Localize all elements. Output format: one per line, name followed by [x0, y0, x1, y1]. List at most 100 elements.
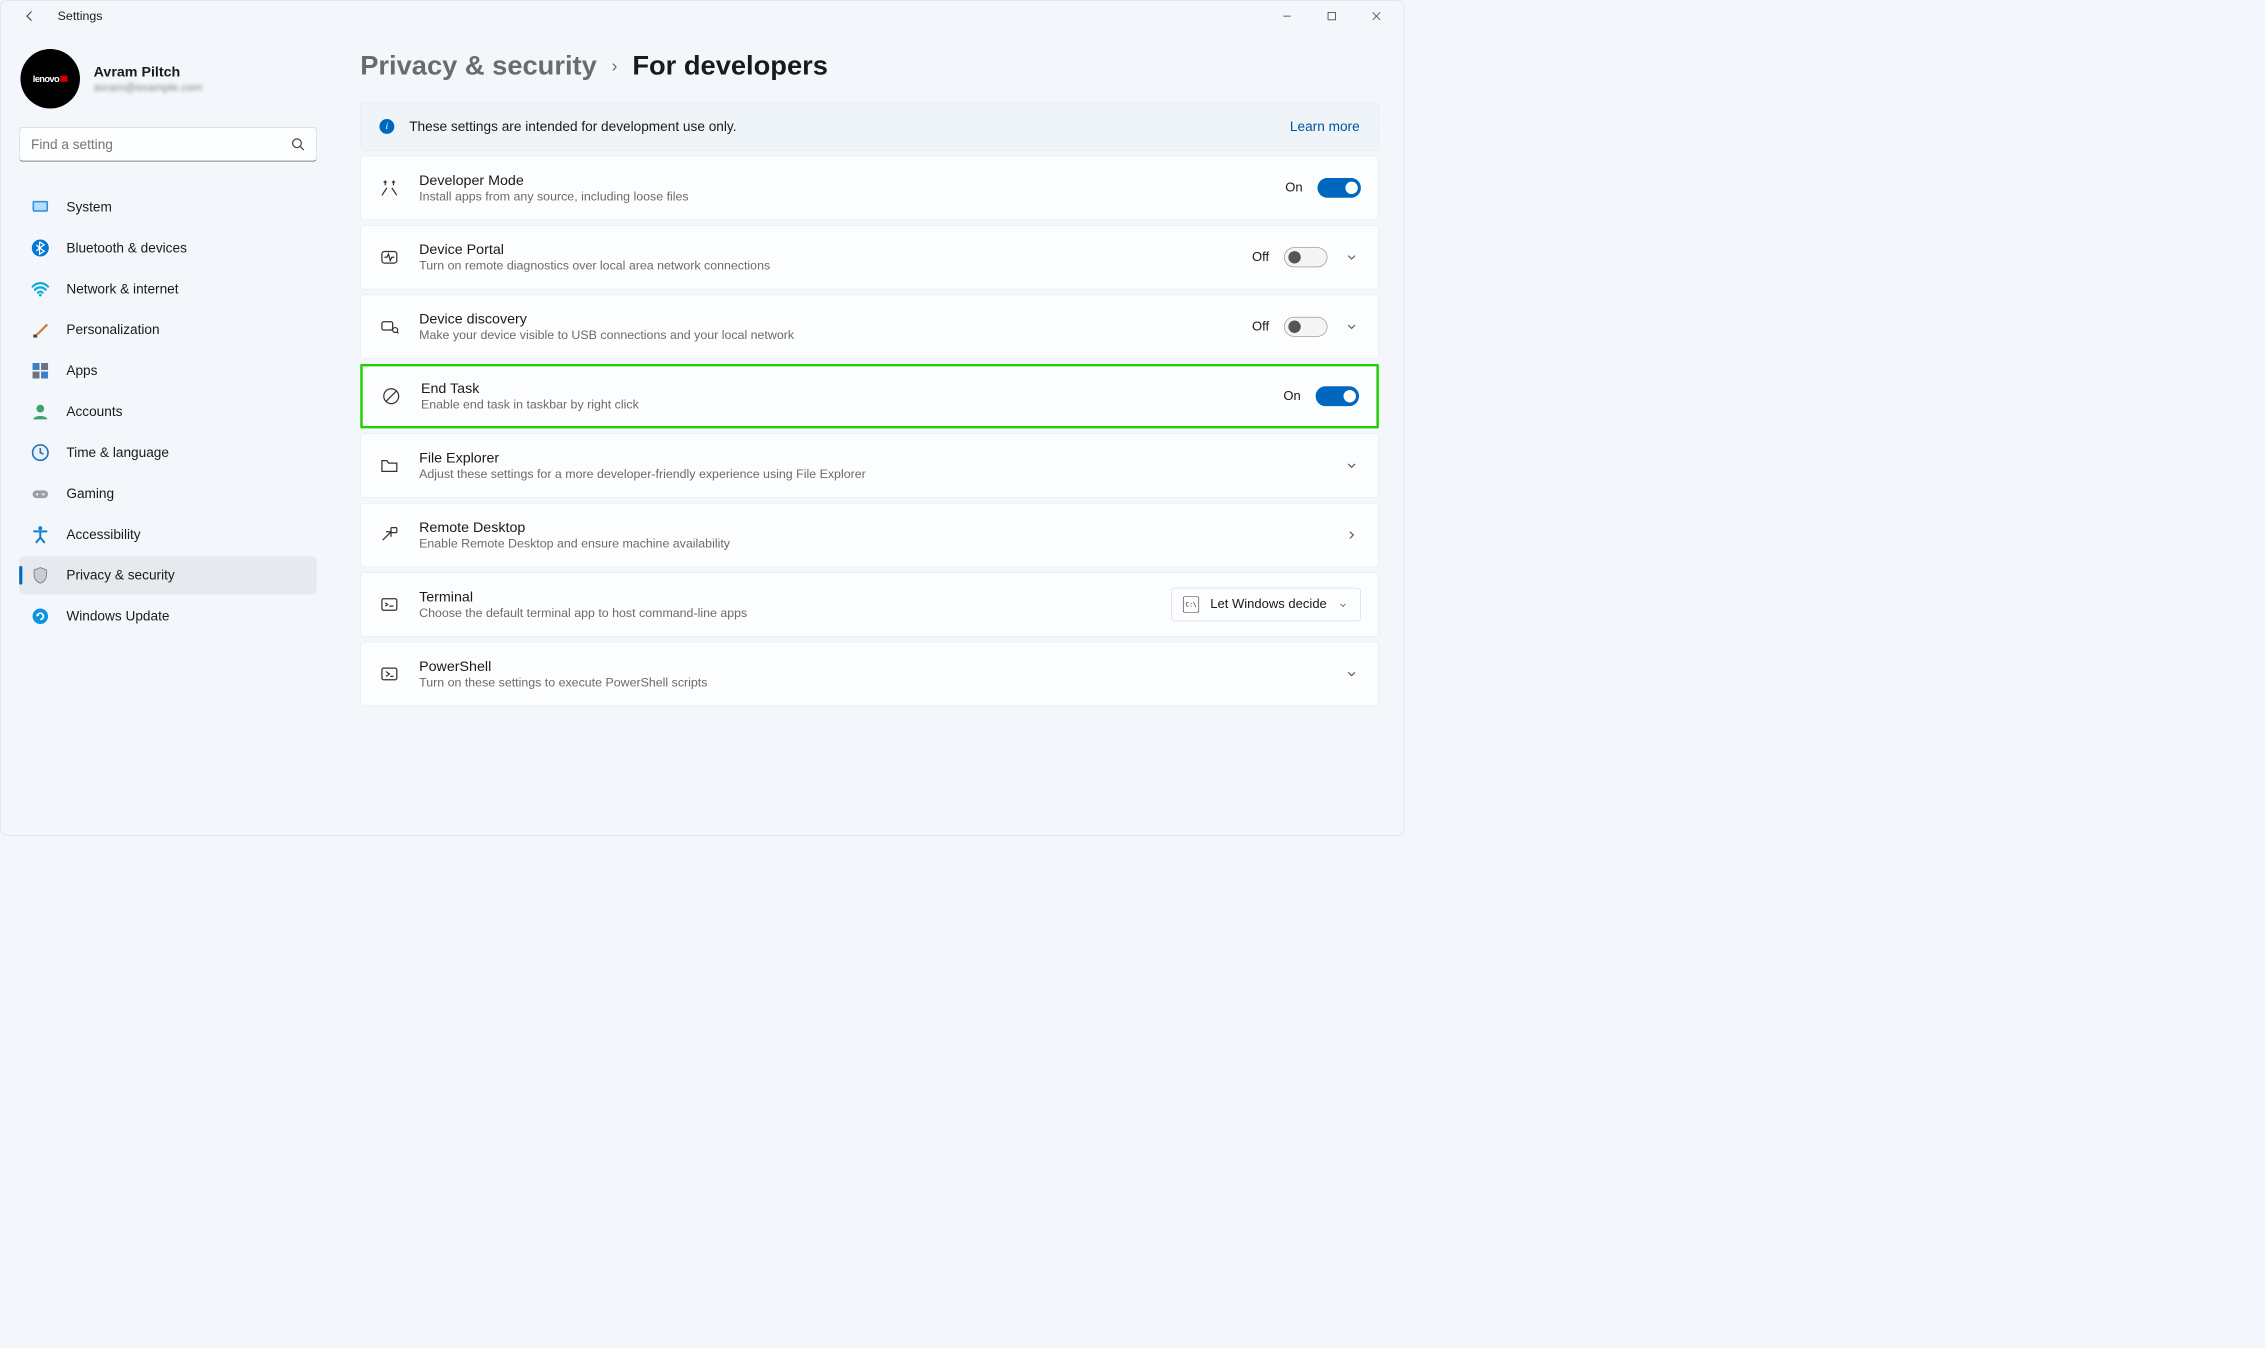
folder-icon [378, 454, 400, 476]
dropdown-value: Let Windows decide [1210, 597, 1327, 612]
toggle-state: On [1285, 180, 1302, 195]
terminal-icon [378, 593, 400, 615]
sidebar-item-privacy-security[interactable]: Privacy & security [19, 556, 317, 594]
card-subtitle: Turn on remote diagnostics over local ar… [419, 259, 1233, 273]
chevron-down-icon [1338, 599, 1349, 610]
device-discovery-toggle[interactable] [1284, 317, 1327, 337]
maximize-button[interactable] [1309, 1, 1354, 32]
tools-icon [378, 177, 400, 199]
sidebar: lenovo Avram Piltch avram@example.com Sy… [1, 32, 336, 836]
info-icon: i [379, 119, 394, 134]
clock-icon [30, 443, 50, 463]
shield-icon [30, 565, 50, 585]
minimize-button[interactable] [1265, 1, 1310, 32]
device-discovery-card[interactable]: Device discovery Make your device visibl… [360, 295, 1379, 359]
sidebar-item-gaming[interactable]: Gaming [19, 474, 317, 512]
card-title: Device discovery [419, 311, 1233, 328]
expand-button[interactable] [1342, 317, 1361, 336]
titlebar: Settings [1, 1, 1404, 32]
card-subtitle: Enable end task in taskbar by right clic… [421, 398, 1265, 412]
page-title: For developers [632, 50, 828, 81]
card-title: End Task [421, 380, 1265, 397]
card-subtitle: Install apps from any source, including … [419, 190, 1267, 204]
expand-button[interactable] [1342, 456, 1361, 475]
card-title: Terminal [419, 588, 1152, 605]
developer-mode-toggle[interactable] [1318, 178, 1361, 198]
chevron-right-icon: › [612, 56, 618, 76]
end-task-toggle[interactable] [1316, 386, 1359, 406]
back-button[interactable] [20, 7, 39, 26]
grid-icon [30, 361, 50, 381]
card-subtitle: Adjust these settings for a more develop… [419, 467, 1324, 481]
powershell-card[interactable]: PowerShell Turn on these settings to exe… [360, 642, 1379, 706]
sidebar-item-label: Network & internet [66, 281, 178, 297]
toggle-state: On [1283, 389, 1300, 404]
sidebar-item-bluetooth[interactable]: Bluetooth & devices [19, 229, 317, 267]
card-title: Device Portal [419, 241, 1233, 258]
info-text: These settings are intended for developm… [409, 118, 736, 134]
sidebar-item-accessibility[interactable]: Accessibility [19, 515, 317, 553]
card-subtitle: Enable Remote Desktop and ensure machine… [419, 537, 1324, 551]
card-title: File Explorer [419, 450, 1324, 467]
sidebar-item-accounts[interactable]: Accounts [19, 392, 317, 430]
card-title: Remote Desktop [419, 519, 1324, 536]
sidebar-item-label: Privacy & security [66, 567, 174, 583]
cmd-icon [1183, 596, 1199, 612]
search-icon [291, 137, 306, 152]
sidebar-item-time-language[interactable]: Time & language [19, 433, 317, 471]
sidebar-item-personalization[interactable]: Personalization [19, 311, 317, 349]
sidebar-item-label: Windows Update [66, 608, 169, 624]
sidebar-item-label: Personalization [66, 322, 159, 338]
app-title: Settings [58, 9, 103, 23]
sidebar-item-label: Apps [66, 363, 97, 379]
close-button[interactable] [1354, 1, 1399, 32]
device-portal-card[interactable]: Device Portal Turn on remote diagnostics… [360, 225, 1379, 289]
wifi-icon [30, 279, 50, 299]
terminal-card[interactable]: Terminal Choose the default terminal app… [360, 572, 1379, 636]
settings-window: Settings lenovo Avram Piltch avram@examp… [0, 0, 1404, 836]
sidebar-item-label: Time & language [66, 445, 169, 461]
heartbeat-icon [378, 246, 400, 268]
content: Privacy & security › For developers i Th… [335, 32, 1403, 836]
sidebar-item-label: System [66, 199, 111, 215]
remote-desktop-card[interactable]: Remote Desktop Enable Remote Desktop and… [360, 503, 1379, 567]
sidebar-item-apps[interactable]: Apps [19, 352, 317, 390]
discovery-icon [378, 316, 400, 338]
info-banner: i These settings are intended for develo… [360, 102, 1379, 150]
powershell-icon [378, 663, 400, 685]
sidebar-item-label: Bluetooth & devices [66, 240, 187, 256]
search-input[interactable] [19, 127, 317, 162]
brush-icon [30, 320, 50, 340]
profile-name: Avram Piltch [94, 63, 203, 80]
expand-button[interactable] [1342, 248, 1361, 267]
sidebar-item-label: Gaming [66, 485, 114, 501]
sidebar-item-label: Accounts [66, 404, 122, 420]
avatar-brand: lenovo [33, 73, 59, 84]
sidebar-item-windows-update[interactable]: Windows Update [19, 597, 317, 635]
profile-email: avram@example.com [94, 81, 203, 94]
nav: System Bluetooth & devices Network & int… [19, 188, 317, 636]
sidebar-item-network[interactable]: Network & internet [19, 270, 317, 308]
breadcrumb: Privacy & security › For developers [360, 50, 1379, 81]
toggle-state: Off [1252, 319, 1269, 334]
expand-button[interactable] [1342, 665, 1361, 684]
navigate-button[interactable] [1342, 526, 1361, 545]
terminal-default-dropdown[interactable]: Let Windows decide [1171, 588, 1361, 621]
sidebar-item-system[interactable]: System [19, 188, 317, 226]
developer-mode-card[interactable]: Developer Mode Install apps from any sou… [360, 156, 1379, 220]
gamepad-icon [30, 484, 50, 504]
person-icon [30, 402, 50, 422]
device-portal-toggle[interactable] [1284, 247, 1327, 267]
avatar: lenovo [20, 49, 80, 109]
prohibit-icon [380, 385, 402, 407]
remote-icon [378, 524, 400, 546]
monitor-icon [30, 197, 50, 217]
end-task-card[interactable]: End Task Enable end task in taskbar by r… [360, 364, 1379, 428]
learn-more-link[interactable]: Learn more [1290, 118, 1360, 134]
profile[interactable]: lenovo Avram Piltch avram@example.com [19, 44, 317, 127]
breadcrumb-parent[interactable]: Privacy & security [360, 50, 597, 81]
file-explorer-card[interactable]: File Explorer Adjust these settings for … [360, 433, 1379, 497]
accessibility-icon [30, 525, 50, 545]
card-subtitle: Choose the default terminal app to host … [419, 606, 1152, 620]
bluetooth-icon [30, 238, 50, 258]
